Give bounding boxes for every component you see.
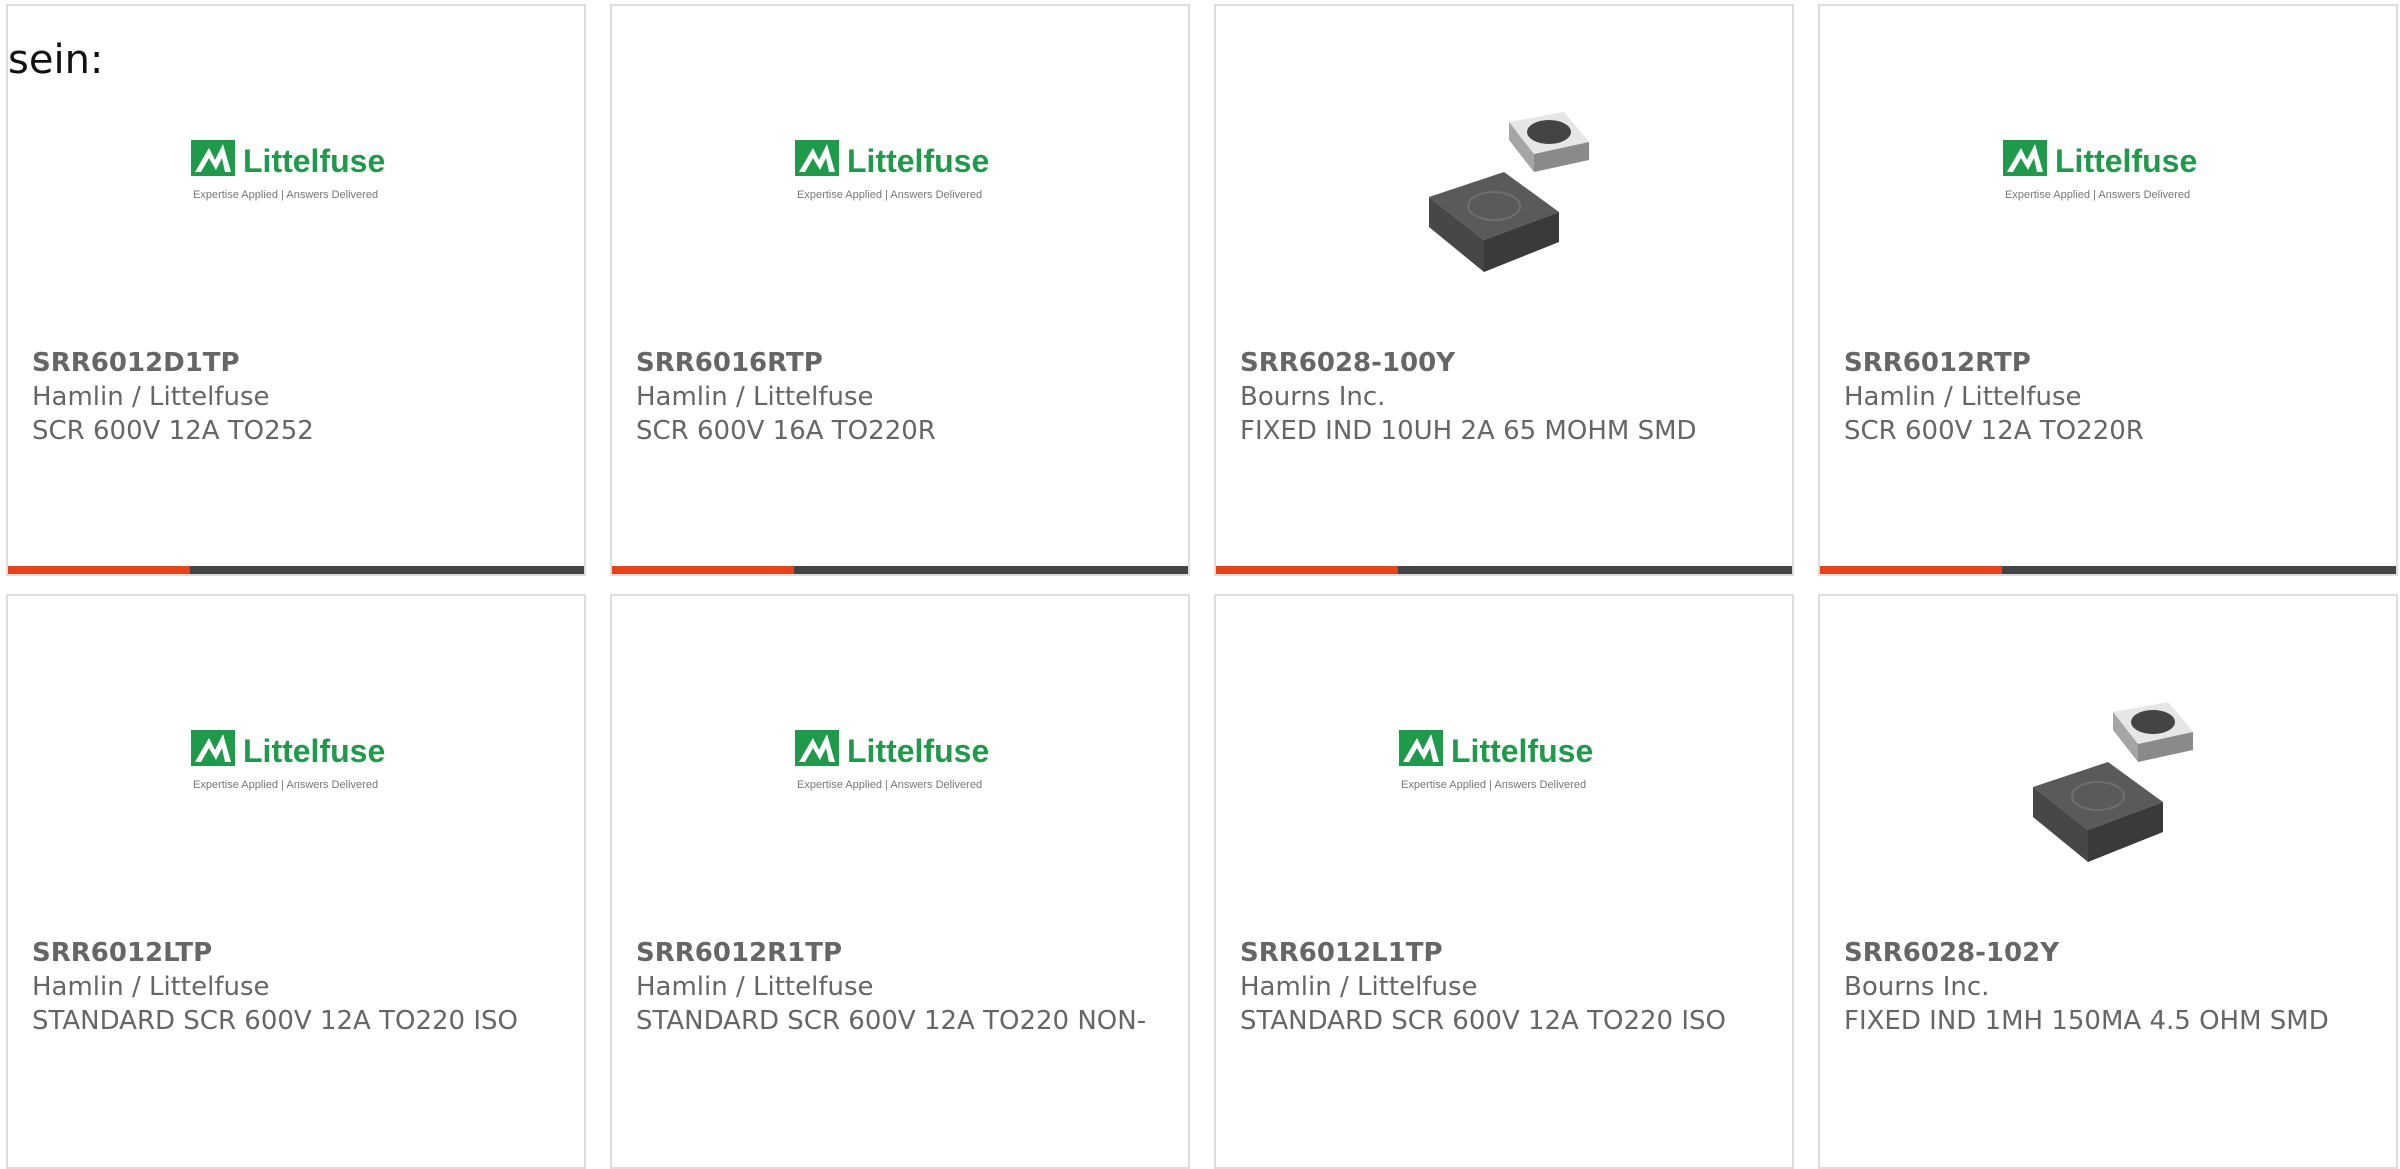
- part-number[interactable]: SRR6028-102Y: [1844, 936, 2376, 970]
- product-info: SRR6016RTP Hamlin / Littelfuse SCR 600V 16…: [636, 346, 1168, 448]
- littelfuse-logo-icon: Littelfuse Expertise Applied | Answers D…: [2003, 140, 2197, 201]
- card-accent-fill: [1216, 566, 1398, 574]
- product-description: SCR 600V 12A TO220R: [1844, 416, 2144, 446]
- inductor-photo: [1216, 102, 1792, 272]
- svg-text:Littelfuse: Littelfuse: [847, 733, 989, 769]
- product-info: SRR6012L1TP Hamlin / Littelfuse STANDARD S…: [1240, 936, 1772, 1038]
- littelfuse-logo: Littelfuse Expertise Applied | Answers D…: [8, 724, 584, 804]
- intro-text: sein:: [8, 37, 104, 83]
- product-info: SRR6012R1TP Hamlin / Littelfuse STANDARD S…: [636, 936, 1168, 1038]
- product-card[interactable]: SRR6028-100Y Bourns Inc. FIXED IND 10UH 2A…: [1214, 4, 1794, 576]
- product-card[interactable]: Littelfuse Expertise Applied | Answers D…: [610, 4, 1190, 576]
- manufacturer: Hamlin / Littelfuse: [1240, 972, 1478, 1002]
- manufacturer: Hamlin / Littelfuse: [32, 382, 270, 412]
- product-description: FIXED IND 1MH 150MA 4.5 OHM SMD: [1844, 1006, 2329, 1036]
- product-description: SCR 600V 16A TO220R: [636, 416, 936, 446]
- product-description: STANDARD SCR 600V 12A TO220 ISO: [32, 1006, 518, 1036]
- manufacturer: Hamlin / Littelfuse: [636, 382, 874, 412]
- product-description: STANDARD SCR 600V 12A TO220 NON-: [636, 1006, 1147, 1036]
- part-number[interactable]: SRR6012D1TP: [32, 346, 564, 380]
- manufacturer: Hamlin / Littelfuse: [32, 972, 270, 1002]
- part-number[interactable]: SRR6012RTP: [1844, 346, 2376, 380]
- manufacturer: Hamlin / Littelfuse: [636, 972, 874, 1002]
- littelfuse-logo-icon: Littelfuse Expertise Applied | Answers D…: [795, 140, 989, 201]
- svg-text:Expertise Applied | Answers De: Expertise Applied | Answers Delivered: [797, 779, 982, 791]
- inductor-icon: [1429, 112, 1589, 272]
- card-accent-fill: [1820, 566, 2002, 574]
- card-accent-bar: [612, 566, 1188, 574]
- svg-text:Expertise Applied | Answers De: Expertise Applied | Answers Delivered: [797, 189, 982, 201]
- svg-text:Expertise Applied | Answers De: Expertise Applied | Answers Delivered: [193, 189, 378, 201]
- svg-text:Littelfuse: Littelfuse: [847, 143, 989, 179]
- product-info: SRR6028-102Y Bourns Inc. FIXED IND 1MH 150…: [1844, 936, 2376, 1038]
- svg-text:Littelfuse: Littelfuse: [243, 143, 385, 179]
- product-info: SRR6012RTP Hamlin / Littelfuse SCR 600V 12…: [1844, 346, 2376, 448]
- littelfuse-logo: Littelfuse Expertise Applied | Answers D…: [612, 134, 1188, 214]
- inductor-photo: [1820, 692, 2396, 862]
- card-accent-fill: [612, 566, 794, 574]
- manufacturer: Bourns Inc.: [1844, 972, 1990, 1002]
- manufacturer: Bourns Inc.: [1240, 382, 1386, 412]
- card-accent-bar: [1820, 566, 2396, 574]
- littelfuse-logo-icon: Littelfuse Expertise Applied | Answers D…: [795, 730, 989, 791]
- product-info: SRR6012LTP Hamlin / Littelfuse STANDARD SC…: [32, 936, 564, 1038]
- product-card[interactable]: Littelfuse Expertise Applied | Answers D…: [1214, 594, 1794, 1169]
- littelfuse-logo: Littelfuse Expertise Applied | Answers D…: [612, 724, 1188, 804]
- svg-text:Expertise Applied | Answers De: Expertise Applied | Answers Delivered: [1401, 779, 1586, 791]
- part-number[interactable]: SRR6012R1TP: [636, 936, 1168, 970]
- card-accent-bar: [8, 566, 584, 574]
- manufacturer: Hamlin / Littelfuse: [1844, 382, 2082, 412]
- product-card[interactable]: Littelfuse Expertise Applied | Answers D…: [1818, 4, 2398, 576]
- littelfuse-logo-icon: Littelfuse Expertise Applied | Answers D…: [191, 730, 385, 791]
- inductor-icon: [2033, 702, 2193, 862]
- card-accent-fill: [8, 566, 190, 574]
- product-description: FIXED IND 10UH 2A 65 MOHM SMD: [1240, 416, 1697, 446]
- littelfuse-logo: Littelfuse Expertise Applied | Answers D…: [1216, 724, 1792, 804]
- part-number[interactable]: SRR6012L1TP: [1240, 936, 1772, 970]
- svg-text:Littelfuse: Littelfuse: [243, 733, 385, 769]
- littelfuse-logo: Littelfuse Expertise Applied | Answers D…: [1820, 134, 2396, 214]
- svg-text:Littelfuse: Littelfuse: [2055, 143, 2197, 179]
- part-number[interactable]: SRR6028-100Y: [1240, 346, 1772, 380]
- card-accent-bar: [1216, 566, 1792, 574]
- product-description: STANDARD SCR 600V 12A TO220 ISO: [1240, 1006, 1726, 1036]
- product-card[interactable]: Littelfuse Expertise Applied | Answers D…: [6, 594, 586, 1169]
- product-card[interactable]: Littelfuse Expertise Applied | Answers D…: [610, 594, 1190, 1169]
- svg-text:Expertise Applied | Answers De: Expertise Applied | Answers Delivered: [2005, 189, 2190, 201]
- product-card[interactable]: SRR6028-102Y Bourns Inc. FIXED IND 1MH 150…: [1818, 594, 2398, 1169]
- littelfuse-logo-icon: Littelfuse Expertise Applied | Answers D…: [1399, 730, 1593, 791]
- part-number[interactable]: SRR6016RTP: [636, 346, 1168, 380]
- littelfuse-logo-icon: Littelfuse Expertise Applied | Answers D…: [191, 140, 385, 201]
- product-description: SCR 600V 12A TO252: [32, 416, 314, 446]
- part-number[interactable]: SRR6012LTP: [32, 936, 564, 970]
- product-info: SRR6028-100Y Bourns Inc. FIXED IND 10UH 2A…: [1240, 346, 1772, 448]
- product-card[interactable]: Littelfuse Expertise Applied | Answers D…: [6, 4, 586, 576]
- svg-text:Littelfuse: Littelfuse: [1451, 733, 1593, 769]
- littelfuse-logo: Littelfuse Expertise Applied | Answers D…: [8, 134, 584, 214]
- svg-text:Expertise Applied | Answers De: Expertise Applied | Answers Delivered: [193, 779, 378, 791]
- product-info: SRR6012D1TP Hamlin / Littelfuse SCR 600V 1…: [32, 346, 564, 448]
